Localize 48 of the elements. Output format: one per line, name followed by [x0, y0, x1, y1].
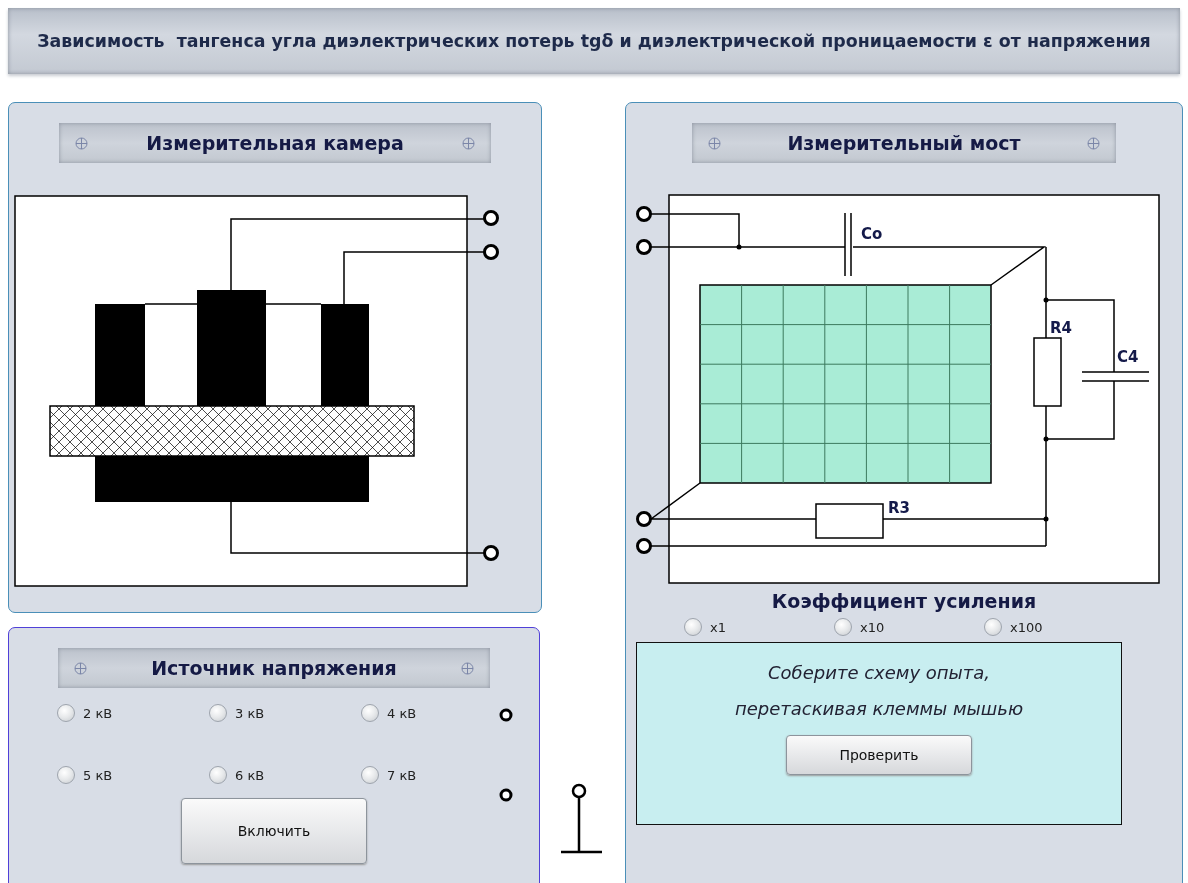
- radio-button[interactable]: [209, 766, 227, 784]
- radio-button[interactable]: [361, 704, 379, 722]
- radio-button[interactable]: [984, 618, 1002, 636]
- radio-button[interactable]: [57, 766, 75, 784]
- plus-circle-icon: [708, 136, 721, 150]
- component-label: C4: [1117, 348, 1139, 366]
- terminal-icon[interactable]: [636, 206, 652, 222]
- page-title: Зависимость тангенса угла диэлектрических потерь tgδ и диэлектрической проницаемости ε от напряжения: [37, 31, 1151, 51]
- component-label: R3: [888, 499, 910, 517]
- plus-circle-icon: [1087, 136, 1100, 150]
- radio-button[interactable]: [209, 704, 227, 722]
- panel-title: Измерительный мост: [787, 132, 1021, 154]
- radio-button[interactable]: [361, 766, 379, 784]
- radio-label: 2 кВ: [83, 705, 113, 721]
- gain-title: Коэффициент усиления: [771, 590, 1037, 612]
- terminal-icon[interactable]: [499, 708, 513, 722]
- terminal-icon[interactable]: [636, 239, 652, 255]
- radio-button[interactable]: [57, 704, 75, 722]
- terminal-icon[interactable]: [483, 545, 499, 561]
- ground-terminal-icon[interactable]: [559, 783, 603, 855]
- terminal-icon[interactable]: [483, 210, 499, 226]
- radio-button[interactable]: [834, 618, 852, 636]
- check-button[interactable]: Проверить: [786, 735, 972, 775]
- instruction-text: Соберите схему опыта, перетаскивая клеммы мышью: [734, 661, 1024, 721]
- panel-title: Измерительная камера: [146, 132, 404, 154]
- radio-label: 7 кВ: [387, 767, 417, 783]
- radio-button[interactable]: [684, 618, 702, 636]
- resistor-icon: [1033, 337, 1062, 407]
- resistor-icon: [815, 503, 884, 539]
- plus-circle-icon: [74, 661, 87, 675]
- radio-label: x100: [1010, 619, 1043, 635]
- panel-title: Источник напряжения: [151, 657, 397, 679]
- radio-label: 6 кВ: [235, 767, 265, 783]
- plus-circle-icon: [75, 136, 88, 150]
- plus-circle-icon: [462, 136, 475, 150]
- plus-circle-icon: [461, 661, 474, 675]
- terminal-icon[interactable]: [499, 788, 513, 802]
- radio-label: 3 кВ: [235, 705, 265, 721]
- component-label: R4: [1050, 319, 1072, 337]
- power-button[interactable]: Включить: [181, 798, 367, 864]
- terminal-icon[interactable]: [636, 538, 652, 554]
- radio-label: x10: [860, 619, 885, 635]
- radio-label: 5 кВ: [83, 767, 113, 783]
- radio-label: x1: [710, 619, 726, 635]
- component-label: Co: [861, 225, 883, 243]
- terminal-icon[interactable]: [483, 244, 499, 260]
- terminal-icon[interactable]: [636, 511, 652, 527]
- radio-label: 4 кВ: [387, 705, 417, 721]
